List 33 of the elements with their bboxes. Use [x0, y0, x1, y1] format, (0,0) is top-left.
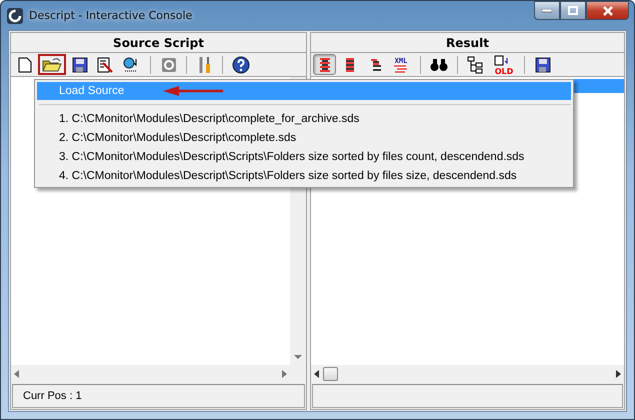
app-icon [7, 8, 23, 24]
justify-lines-icon [344, 56, 356, 72]
align-center-button[interactable] [313, 54, 336, 75]
cursor-position-text: Curr Pos : 1 [23, 390, 82, 402]
recent-file-item[interactable]: 3. C:\CMonitor\Modules\Descript\Scripts\Folders size sorted by files count, descendend.sds [37, 147, 571, 166]
scrollbar-thumb[interactable] [323, 366, 338, 380]
horizontal-scrollbar[interactable] [311, 365, 624, 382]
scroll-down-arrow-icon[interactable] [294, 355, 302, 360]
maximize-button[interactable] [560, 1, 586, 20]
minimize-icon [542, 8, 552, 12]
circle-button-icon [160, 56, 176, 72]
scroll-left-arrow-icon[interactable] [314, 370, 319, 378]
new-document-icon [18, 56, 32, 72]
folder-button[interactable] [38, 54, 66, 75]
pane-title: Source Script [11, 33, 306, 53]
folder-icon [42, 56, 62, 72]
binoculars-icon [430, 58, 448, 72]
document-edit-icon [96, 56, 112, 72]
window-title: Descript - Interactive Console [29, 9, 194, 22]
tools-icon [198, 56, 212, 74]
close-icon [602, 6, 614, 16]
maximize-icon [568, 6, 578, 15]
close-button[interactable] [586, 1, 629, 20]
minimize-button[interactable] [534, 1, 560, 20]
pane-title: Result [311, 33, 624, 53]
save-icon [534, 56, 550, 72]
save-icon [72, 56, 88, 72]
tree-icon [467, 56, 485, 74]
recent-file-item[interactable]: 4. C:\CMonitor\Modules\Descript\Scripts\Folders size sorted by files size, descendend.sds [37, 166, 571, 185]
recent-file-item[interactable]: 1. C:\CMonitor\Modules\Descript\complete_for_archive.sds [37, 109, 571, 128]
scroll-right-arrow-icon[interactable] [616, 370, 621, 378]
help-icon [232, 56, 250, 74]
recent-file-item[interactable]: 2. C:\CMonitor\Modules\Descript\complete.sds [37, 128, 571, 147]
